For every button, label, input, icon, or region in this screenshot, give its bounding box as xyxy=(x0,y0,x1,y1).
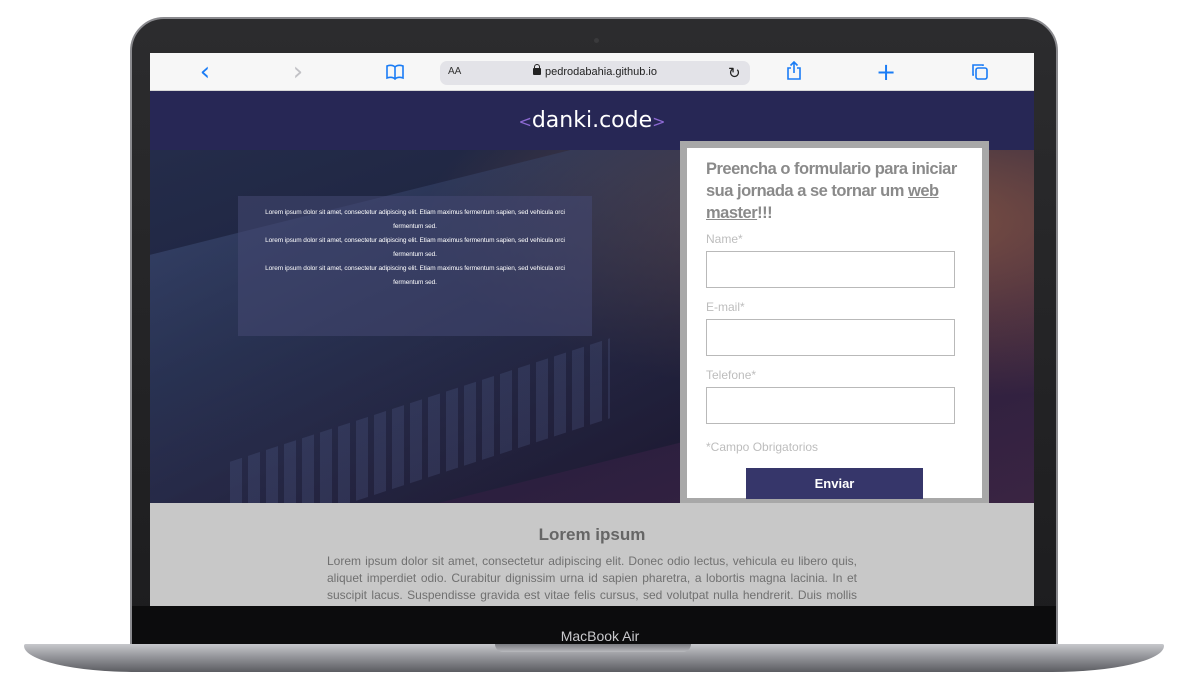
share-icon[interactable] xyxy=(784,59,804,85)
phone-input[interactable] xyxy=(706,387,955,424)
email-input[interactable] xyxy=(706,319,955,356)
address-bar[interactable]: AA pedrodabahia.github.io ↻ xyxy=(440,61,750,85)
safari-toolbar: ‹ › AA pedrodabahia.github.io ↻ + xyxy=(150,53,1034,91)
hero-paragraph: Lorem ipsum dolor sit amet, consectetur … xyxy=(265,237,565,258)
submit-button[interactable]: Enviar xyxy=(746,468,923,499)
back-arrow-icon[interactable]: ‹ xyxy=(195,59,215,85)
signup-form: Preencha o formulario para iniciar sua j… xyxy=(680,141,989,505)
section-body: Lorem ipsum dolor sit amet, consectetur … xyxy=(327,554,857,606)
hero-paragraph: Lorem ipsum dolor sit amet, consectetur … xyxy=(265,265,565,286)
reload-icon[interactable]: ↻ xyxy=(728,64,741,82)
required-note: *Campo Obrigatorios xyxy=(706,440,819,454)
section-heading: Lorem ipsum xyxy=(538,525,646,544)
laptop-notch xyxy=(495,644,691,652)
email-label: E-mail* xyxy=(706,300,745,314)
form-title: Preencha o formulario para iniciar sua j… xyxy=(706,160,957,222)
tabs-overview-icon[interactable] xyxy=(970,59,990,85)
name-input[interactable] xyxy=(706,251,955,288)
forward-arrow-icon[interactable]: › xyxy=(288,59,308,85)
new-tab-plus-icon[interactable]: + xyxy=(876,59,896,85)
hero-paragraph: Lorem ipsum dolor sit amet, consectetur … xyxy=(265,209,565,230)
bookmarks-book-icon[interactable] xyxy=(383,59,407,85)
content-section: Lorem ipsum Lorem ipsum dolor sit amet, … xyxy=(150,503,1034,606)
lock-icon xyxy=(533,64,542,75)
hero-text-box: Lorem ipsum dolor sit amet, consectetur … xyxy=(238,196,592,336)
model-label: MacBook Air xyxy=(560,628,640,644)
browser-screen: ‹ › AA pedrodabahia.github.io ↻ + <danki… xyxy=(150,53,1034,606)
phone-label: Telefone* xyxy=(706,368,757,382)
danki-code-logo[interactable]: <danki.code> xyxy=(150,108,1034,133)
name-label: Name* xyxy=(706,232,743,246)
url-text: pedrodabahia.github.io xyxy=(545,66,657,78)
camera-icon xyxy=(594,38,599,43)
